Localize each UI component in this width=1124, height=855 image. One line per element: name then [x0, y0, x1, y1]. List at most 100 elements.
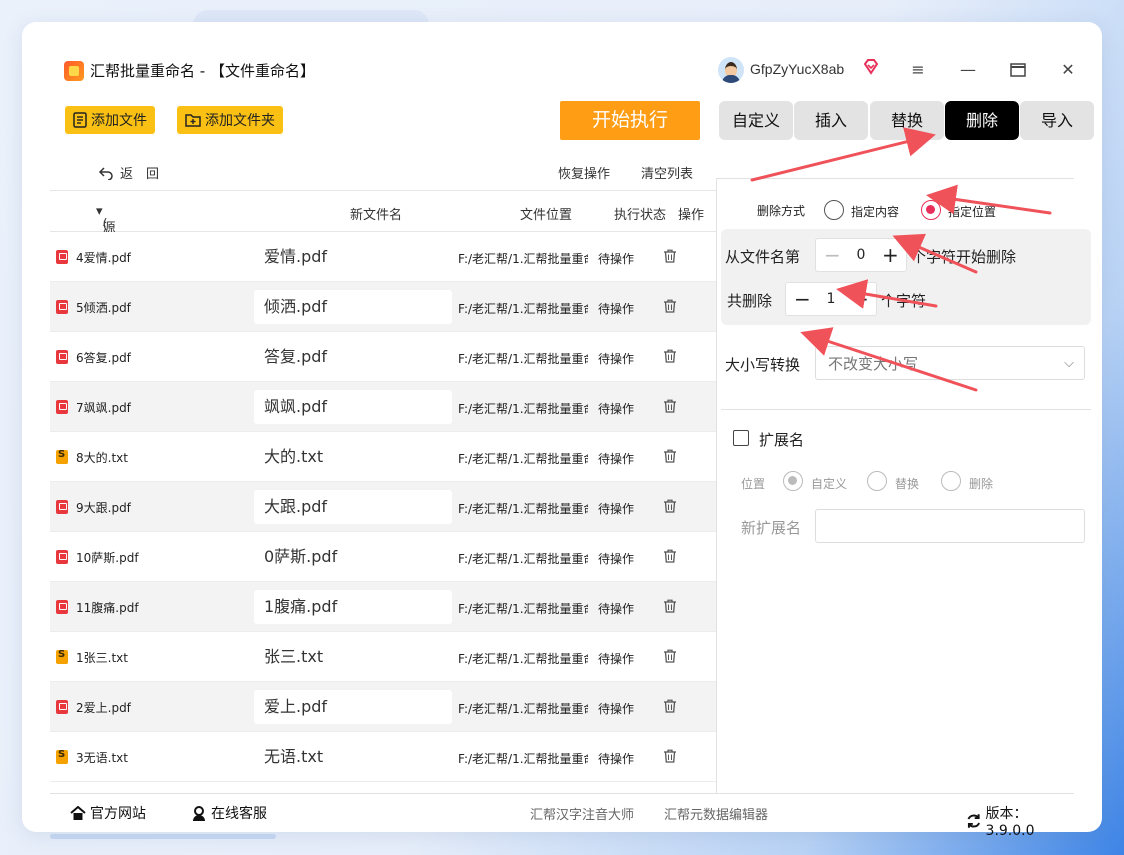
trash-icon[interactable]	[664, 449, 676, 463]
new-filename[interactable]: 爱情.pdf	[254, 240, 452, 274]
from-stepper[interactable]: − 0 +	[815, 238, 907, 272]
tab-replace[interactable]: 替换	[870, 101, 944, 140]
table-row[interactable]: 7飒飒.pdf 飒飒.pdf F:/老汇帮/1.汇帮批量重命 待操作	[50, 382, 716, 432]
ext-replace-label[interactable]: 替换	[895, 475, 919, 492]
table-row[interactable]: 10萨斯.pdf 0萨斯.pdf F:/老汇帮/1.汇帮批量重命 待操作	[50, 532, 716, 582]
new-filename[interactable]: 张三.txt	[254, 640, 452, 674]
location-header: 文件位置	[520, 208, 573, 223]
trash-icon[interactable]	[664, 649, 676, 663]
vip-diamond-icon[interactable]	[862, 58, 880, 76]
new-filename[interactable]: 飒飒.pdf	[254, 390, 452, 424]
total-value[interactable]: 1	[827, 291, 836, 307]
start-button[interactable]: 开始执行	[560, 101, 700, 140]
mode-position-label[interactable]: 指定位置	[948, 203, 996, 220]
close-icon[interactable]: ✕	[1056, 58, 1080, 82]
new-extension-input[interactable]	[815, 509, 1085, 543]
table-row[interactable]: 4爱情.pdf 爱情.pdf F:/老汇帮/1.汇帮批量重命 待操作	[50, 232, 716, 282]
new-extension-label: 新扩展名	[741, 519, 802, 537]
table-row[interactable]: 2爱上.pdf 爱上.pdf F:/老汇帮/1.汇帮批量重命 待操作	[50, 682, 716, 732]
total-stepper[interactable]: − 1 +	[785, 282, 877, 316]
pdf-file-icon	[56, 400, 68, 414]
ext-custom-radio[interactable]	[783, 471, 803, 491]
back-arrow-icon	[98, 166, 113, 180]
from-decrement-button[interactable]: −	[824, 243, 841, 267]
trash-icon[interactable]	[664, 399, 676, 413]
table-row[interactable]: 8大的.txt 大的.txt F:/老汇帮/1.汇帮批量重命待操作	[50, 432, 716, 482]
total-label: 共删除	[727, 292, 773, 310]
user-avatar[interactable]	[718, 57, 744, 83]
new-name-header: 新文件名	[350, 208, 403, 223]
ext-custom-label[interactable]: 自定义	[811, 475, 847, 492]
service-link[interactable]: 在线客服	[191, 803, 267, 823]
list-header: ▾ 源文件名( 11 ) 新文件名 文件位置 执行状态 操作	[50, 190, 716, 293]
mode-content-label[interactable]: 指定内容	[851, 203, 899, 220]
source-filename: 9大跟.pdf	[76, 501, 131, 515]
website-link[interactable]: 官方网站	[70, 803, 146, 823]
table-row[interactable]: 1张三.txt 张三.txt F:/老汇帮/1.汇帮批量重命待操作	[50, 632, 716, 682]
mode-position-radio[interactable]	[921, 200, 941, 220]
table-row[interactable]: 3无语.txt 无语.txt F:/老汇帮/1.汇帮批量重命待操作	[50, 732, 716, 782]
trash-icon[interactable]	[664, 699, 676, 713]
mode-content-radio[interactable]	[824, 200, 844, 220]
tab-delete[interactable]: 删除	[945, 101, 1019, 140]
case-select[interactable]: 不改变大小写 ⌵	[815, 346, 1085, 380]
extension-label[interactable]: 扩展名	[759, 429, 804, 450]
trash-icon[interactable]	[664, 249, 676, 263]
new-filename[interactable]: 无语.txt	[254, 740, 452, 774]
clear-list-button[interactable]: 清空列表	[641, 163, 693, 182]
tab-import[interactable]: 导入	[1020, 101, 1094, 140]
username[interactable]: GfpZyYucX8ab	[750, 61, 844, 77]
menu-icon[interactable]: ≡	[906, 58, 930, 82]
add-file-icon	[73, 112, 87, 128]
version-info[interactable]: 版本：3.9.0.0	[966, 803, 1074, 839]
table-row[interactable]: 5倾洒.pdf 倾洒.pdf F:/老汇帮/1.汇帮批量重命 待操作	[50, 282, 716, 332]
trash-icon[interactable]	[664, 499, 676, 513]
extension-checkbox[interactable]	[733, 430, 749, 446]
tab-custom[interactable]: 自定义	[719, 101, 793, 140]
trash-icon[interactable]	[664, 299, 676, 313]
tab-insert[interactable]: 插入	[794, 101, 868, 140]
trash-icon[interactable]	[664, 349, 676, 363]
minimize-icon[interactable]: —	[956, 58, 980, 82]
ext-delete-label[interactable]: 删除	[969, 475, 993, 492]
new-filename[interactable]: 1腹痛.pdf	[254, 590, 452, 624]
website-label: 官方网站	[90, 806, 146, 822]
sort-source-header[interactable]: ▾ 源文件名( 11 )	[96, 204, 119, 293]
new-filename[interactable]: 大的.txt	[254, 440, 452, 474]
new-filename[interactable]: 答复.pdf	[254, 340, 452, 374]
table-row[interactable]: 11腹痛.pdf 1腹痛.pdf F:/老汇帮/1.汇帮批量重命 待操作	[50, 582, 716, 632]
metadata-tool-link[interactable]: 汇帮元数据编辑器	[664, 804, 768, 823]
status-badge: 待操作	[598, 602, 635, 616]
back-button[interactable]: 返 回	[98, 163, 159, 182]
title-bar: 汇帮批量重命名 - 【文件重命名】 GfpZyYucX8ab ≡ — ✕	[50, 45, 1075, 95]
table-row[interactable]: 9大跟.pdf 大跟.pdf F:/老汇帮/1.汇帮批量重命 待操作	[50, 482, 716, 532]
from-increment-button[interactable]: +	[882, 243, 899, 267]
trash-icon[interactable]	[664, 749, 676, 763]
total-increment-button[interactable]: +	[852, 287, 869, 311]
new-filename[interactable]: 倾洒.pdf	[254, 290, 452, 324]
pinyin-tool-link[interactable]: 汇帮汉字注音大师	[530, 804, 634, 823]
pdf-file-icon	[56, 600, 68, 614]
add-folder-button[interactable]: 添加文件夹	[177, 106, 283, 134]
status-header: 执行状态	[614, 208, 667, 223]
new-filename[interactable]: 大跟.pdf	[254, 490, 452, 524]
trash-icon[interactable]	[664, 549, 676, 563]
total-decrement-button[interactable]: −	[794, 287, 811, 311]
ext-delete-radio[interactable]	[941, 471, 961, 491]
restore-button[interactable]: 恢复操作	[558, 163, 610, 182]
from-label: 从文件名第	[725, 248, 801, 266]
from-value[interactable]: 0	[857, 247, 866, 263]
delete-settings-panel: 删除方式 指定内容 指定位置 从文件名第 − 0 + 个字符开始删除 共删除 −…	[717, 178, 1091, 793]
new-filename[interactable]: 爱上.pdf	[254, 690, 452, 724]
table-row[interactable]: 6答复.pdf 答复.pdf F:/老汇帮/1.汇帮批量重命 待操作	[50, 332, 716, 382]
file-location: F:/老汇帮/1.汇帮批量重命	[458, 652, 588, 666]
version-label: 版本：3.9.0.0	[985, 806, 1035, 839]
maximize-icon[interactable]	[1006, 58, 1030, 82]
new-filename[interactable]: 0萨斯.pdf	[254, 540, 452, 574]
ext-replace-radio[interactable]	[867, 471, 887, 491]
add-file-button[interactable]: 添加文件	[65, 106, 155, 134]
app-window: 汇帮批量重命名 - 【文件重命名】 GfpZyYucX8ab ≡ — ✕ 添加文…	[22, 22, 1102, 839]
trash-icon[interactable]	[664, 599, 676, 613]
ext-position-label: 位置	[741, 477, 766, 491]
pdf-file-icon	[56, 500, 68, 514]
